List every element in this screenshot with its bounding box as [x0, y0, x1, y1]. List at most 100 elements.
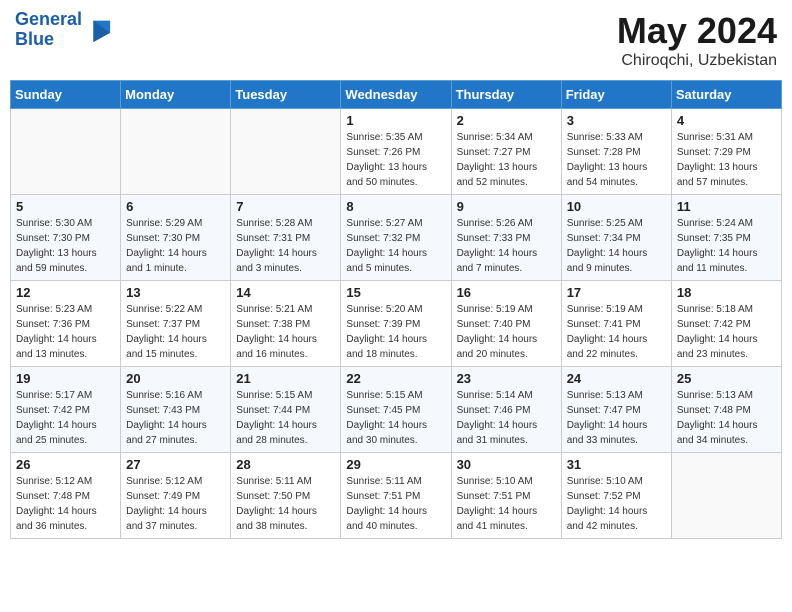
logo-text: GeneralBlue — [15, 10, 82, 50]
calendar-cell: 11 Sunrise: 5:24 AM Sunset: 7:35 PM Dayli… — [671, 195, 781, 281]
calendar-cell: 12 Sunrise: 5:23 AM Sunset: 7:36 PM Dayli… — [11, 281, 121, 367]
day-number: 15 — [346, 285, 445, 300]
day-info: Sunrise: 5:17 AM Sunset: 7:42 PM Dayligh… — [16, 388, 115, 448]
day-number: 17 — [567, 285, 666, 300]
day-info: Sunrise: 5:27 AM Sunset: 7:32 PM Dayligh… — [346, 216, 445, 276]
day-info: Sunrise: 5:11 AM Sunset: 7:51 PM Dayligh… — [346, 474, 445, 534]
calendar-cell: 31Sunrise: 5:10 AM Sunset: 7:52 PM Dayli… — [561, 453, 671, 539]
logo: GeneralBlue — [15, 10, 112, 50]
weekday-header: Sunday — [11, 81, 121, 109]
logo-icon — [84, 16, 112, 44]
day-number: 3 — [567, 113, 666, 128]
calendar-cell — [231, 109, 341, 195]
calendar-cell: 10 Sunrise: 5:25 AM Sunset: 7:34 PM Dayli… — [561, 195, 671, 281]
weekday-header: Friday — [561, 81, 671, 109]
day-number: 30 — [457, 457, 556, 472]
day-info: Sunrise: 5:23 AM Sunset: 7:36 PM Dayligh… — [16, 302, 115, 362]
day-info: Sunrise: 5:18 AM Sunset: 7:42 PM Dayligh… — [677, 302, 776, 362]
calendar-cell: 28 Sunrise: 5:11 AM Sunset: 7:50 PM Dayli… — [231, 453, 341, 539]
day-number: 19 — [16, 371, 115, 386]
calendar-cell: 8Sunrise: 5:27 AM Sunset: 7:32 PM Daylig… — [341, 195, 451, 281]
day-number: 18 — [677, 285, 776, 300]
day-info: Sunrise: 5:12 AM Sunset: 7:49 PM Dayligh… — [126, 474, 225, 534]
weekday-header: Wednesday — [341, 81, 451, 109]
day-number: 5 — [16, 199, 115, 214]
weekday-header: Monday — [121, 81, 231, 109]
day-info: Sunrise: 5:29 AM Sunset: 7:30 PM Dayligh… — [126, 216, 225, 276]
day-info: Sunrise: 5:22 AM Sunset: 7:37 PM Dayligh… — [126, 302, 225, 362]
calendar-week-row: 26 Sunrise: 5:12 AM Sunset: 7:48 PM Dayli… — [11, 453, 782, 539]
calendar-week-row: 19 Sunrise: 5:17 AM Sunset: 7:42 PM Dayli… — [11, 367, 782, 453]
calendar-cell: 20 Sunrise: 5:16 AM Sunset: 7:43 PM Dayli… — [121, 367, 231, 453]
day-number: 29 — [346, 457, 445, 472]
day-number: 1 — [346, 113, 445, 128]
calendar-cell: 1 Sunrise: 5:35 AM Sunset: 7:26 PM Daylig… — [341, 109, 451, 195]
day-number: 12 — [16, 285, 115, 300]
day-info: Sunrise: 5:20 AM Sunset: 7:39 PM Dayligh… — [346, 302, 445, 362]
calendar-cell: 21 Sunrise: 5:15 AM Sunset: 7:44 PM Dayli… — [231, 367, 341, 453]
calendar-week-row: 1 Sunrise: 5:35 AM Sunset: 7:26 PM Daylig… — [11, 109, 782, 195]
calendar-cell: 7 Sunrise: 5:28 AM Sunset: 7:31 PM Daylig… — [231, 195, 341, 281]
day-number: 28 — [236, 457, 335, 472]
day-info: Sunrise: 5:25 AM Sunset: 7:34 PM Dayligh… — [567, 216, 666, 276]
day-number: 21 — [236, 371, 335, 386]
weekday-header-row: SundayMondayTuesdayWednesdayThursdayFrid… — [11, 81, 782, 109]
calendar-week-row: 5 Sunrise: 5:30 AM Sunset: 7:30 PM Daylig… — [11, 195, 782, 281]
calendar-cell: 14 Sunrise: 5:21 AM Sunset: 7:38 PM Dayli… — [231, 281, 341, 367]
calendar-week-row: 12 Sunrise: 5:23 AM Sunset: 7:36 PM Dayli… — [11, 281, 782, 367]
calendar-cell: 25Sunrise: 5:13 AM Sunset: 7:48 PM Dayli… — [671, 367, 781, 453]
calendar-cell: 9Sunrise: 5:26 AM Sunset: 7:33 PM Daylig… — [451, 195, 561, 281]
day-info: Sunrise: 5:24 AM Sunset: 7:35 PM Dayligh… — [677, 216, 776, 276]
month-title: May 2024 — [617, 10, 777, 52]
day-number: 23 — [457, 371, 556, 386]
day-info: Sunrise: 5:10 AM Sunset: 7:52 PM Dayligh… — [567, 474, 666, 534]
calendar-cell: 6Sunrise: 5:29 AM Sunset: 7:30 PM Daylig… — [121, 195, 231, 281]
day-number: 20 — [126, 371, 225, 386]
day-info: Sunrise: 5:21 AM Sunset: 7:38 PM Dayligh… — [236, 302, 335, 362]
calendar-cell: 24Sunrise: 5:13 AM Sunset: 7:47 PM Dayli… — [561, 367, 671, 453]
day-info: Sunrise: 5:15 AM Sunset: 7:44 PM Dayligh… — [236, 388, 335, 448]
day-info: Sunrise: 5:14 AM Sunset: 7:46 PM Dayligh… — [457, 388, 556, 448]
day-number: 9 — [457, 199, 556, 214]
page-header: GeneralBlue May 2024 Chiroqchi, Uzbekist… — [10, 10, 782, 70]
day-info: Sunrise: 5:19 AM Sunset: 7:41 PM Dayligh… — [567, 302, 666, 362]
day-number: 22 — [346, 371, 445, 386]
calendar-cell: 22 Sunrise: 5:15 AM Sunset: 7:45 PM Dayli… — [341, 367, 451, 453]
calendar-cell: 15 Sunrise: 5:20 AM Sunset: 7:39 PM Dayli… — [341, 281, 451, 367]
day-info: Sunrise: 5:33 AM Sunset: 7:28 PM Dayligh… — [567, 130, 666, 190]
day-info: Sunrise: 5:15 AM Sunset: 7:45 PM Dayligh… — [346, 388, 445, 448]
day-number: 27 — [126, 457, 225, 472]
day-info: Sunrise: 5:35 AM Sunset: 7:26 PM Dayligh… — [346, 130, 445, 190]
calendar-cell: 16Sunrise: 5:19 AM Sunset: 7:40 PM Dayli… — [451, 281, 561, 367]
calendar-table: SundayMondayTuesdayWednesdayThursdayFrid… — [10, 80, 782, 539]
calendar-cell: 27 Sunrise: 5:12 AM Sunset: 7:49 PM Dayli… — [121, 453, 231, 539]
calendar-cell: 26 Sunrise: 5:12 AM Sunset: 7:48 PM Dayli… — [11, 453, 121, 539]
calendar-cell: 19 Sunrise: 5:17 AM Sunset: 7:42 PM Dayli… — [11, 367, 121, 453]
calendar-cell: 4Sunrise: 5:31 AM Sunset: 7:29 PM Daylig… — [671, 109, 781, 195]
calendar-cell: 23 Sunrise: 5:14 AM Sunset: 7:46 PM Dayli… — [451, 367, 561, 453]
day-number: 13 — [126, 285, 225, 300]
day-info: Sunrise: 5:30 AM Sunset: 7:30 PM Dayligh… — [16, 216, 115, 276]
calendar-cell: 5 Sunrise: 5:30 AM Sunset: 7:30 PM Daylig… — [11, 195, 121, 281]
day-number: 10 — [567, 199, 666, 214]
calendar-cell: 17 Sunrise: 5:19 AM Sunset: 7:41 PM Dayli… — [561, 281, 671, 367]
calendar-cell: 13 Sunrise: 5:22 AM Sunset: 7:37 PM Dayli… — [121, 281, 231, 367]
calendar-cell — [121, 109, 231, 195]
day-info: Sunrise: 5:11 AM Sunset: 7:50 PM Dayligh… — [236, 474, 335, 534]
day-info: Sunrise: 5:12 AM Sunset: 7:48 PM Dayligh… — [16, 474, 115, 534]
calendar-cell: 18 Sunrise: 5:18 AM Sunset: 7:42 PM Dayli… — [671, 281, 781, 367]
day-number: 7 — [236, 199, 335, 214]
day-number: 26 — [16, 457, 115, 472]
day-info: Sunrise: 5:16 AM Sunset: 7:43 PM Dayligh… — [126, 388, 225, 448]
calendar-cell: 3 Sunrise: 5:33 AM Sunset: 7:28 PM Daylig… — [561, 109, 671, 195]
day-number: 16 — [457, 285, 556, 300]
calendar-cell: 30Sunrise: 5:10 AM Sunset: 7:51 PM Dayli… — [451, 453, 561, 539]
day-number: 14 — [236, 285, 335, 300]
calendar-cell — [11, 109, 121, 195]
day-info: Sunrise: 5:28 AM Sunset: 7:31 PM Dayligh… — [236, 216, 335, 276]
day-number: 11 — [677, 199, 776, 214]
title-block: May 2024 Chiroqchi, Uzbekistan — [617, 10, 777, 70]
day-number: 24 — [567, 371, 666, 386]
day-number: 4 — [677, 113, 776, 128]
day-info: Sunrise: 5:13 AM Sunset: 7:48 PM Dayligh… — [677, 388, 776, 448]
